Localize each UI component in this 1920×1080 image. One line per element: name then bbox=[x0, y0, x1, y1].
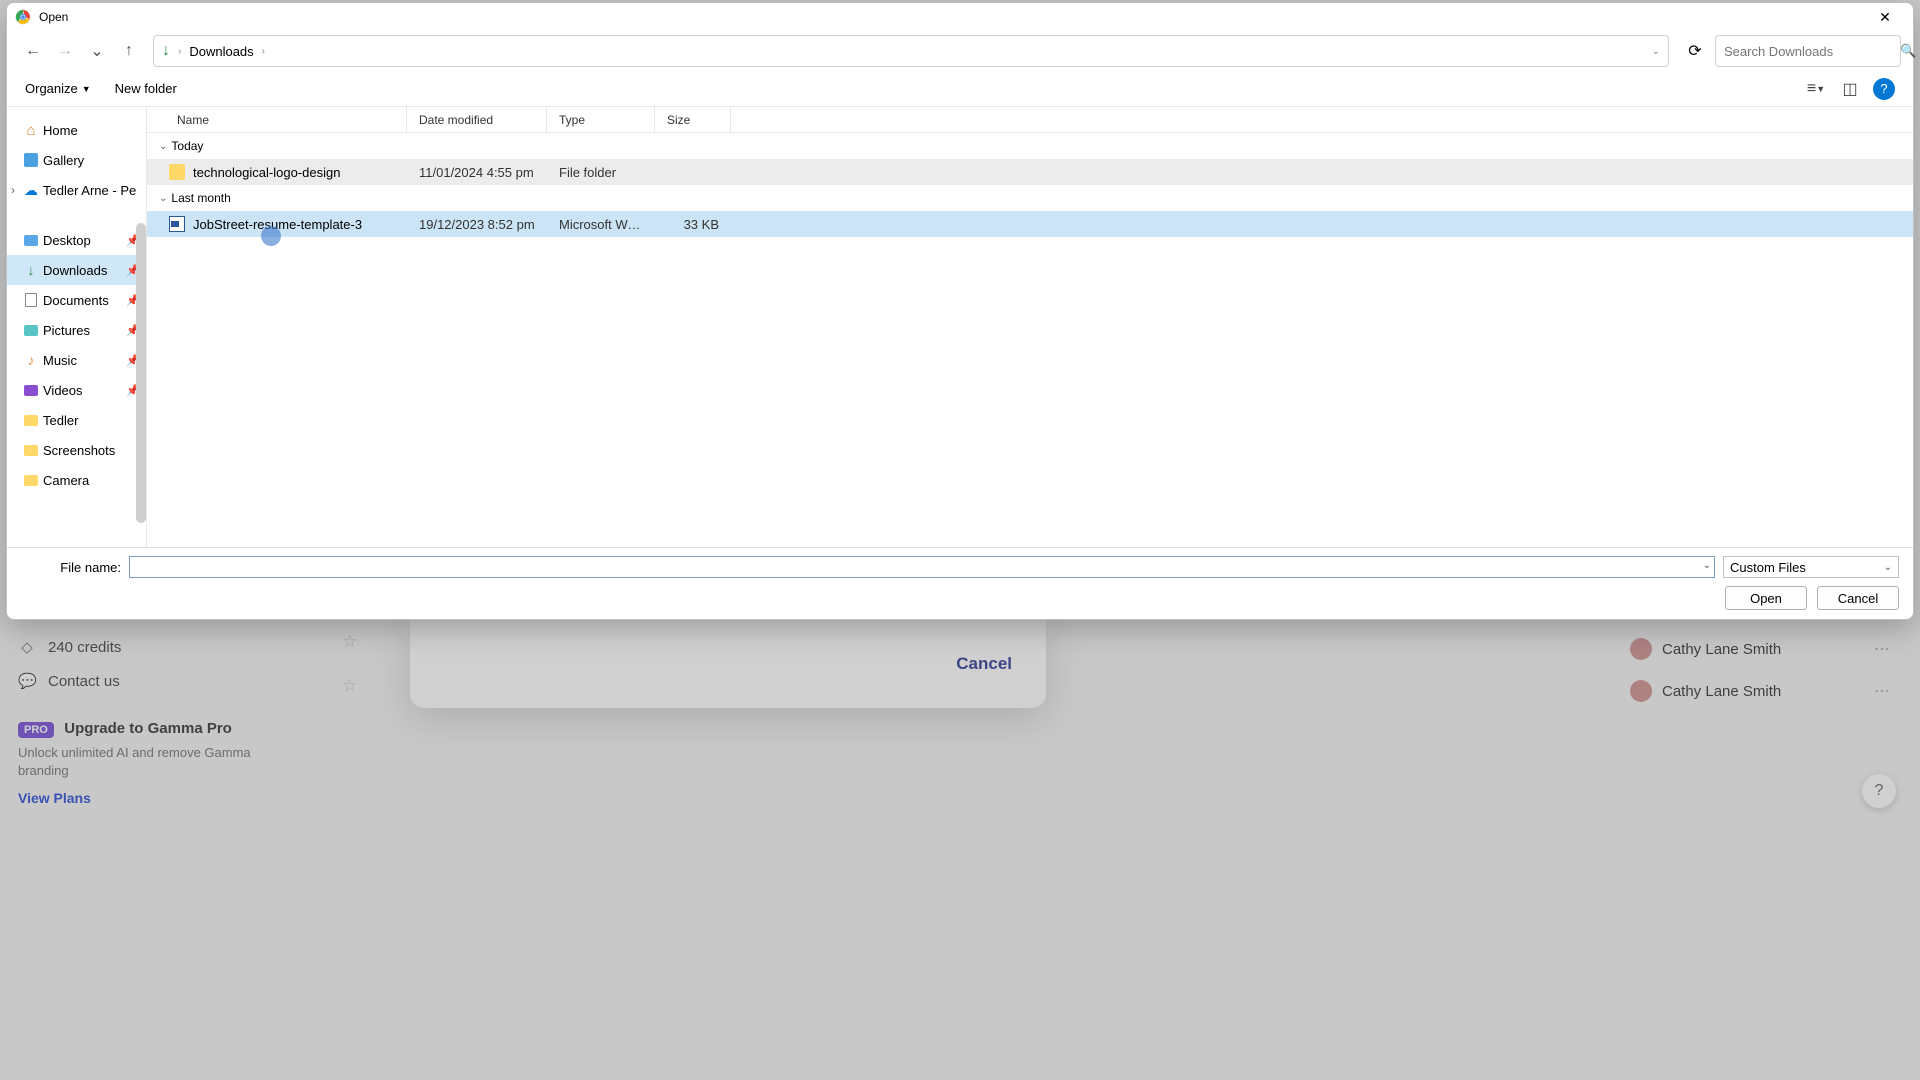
help-button[interactable]: ? bbox=[1873, 78, 1895, 100]
up-button[interactable]: ↑ bbox=[115, 37, 143, 65]
word-icon bbox=[169, 216, 185, 232]
back-button[interactable]: ← bbox=[19, 37, 47, 65]
group-label: Today bbox=[171, 139, 203, 153]
chevron-down-icon[interactable]: ⌄ bbox=[1652, 46, 1660, 57]
column-size[interactable]: Size bbox=[655, 107, 731, 132]
folder-icon bbox=[23, 472, 39, 488]
organize-button[interactable]: Organize ▼ bbox=[25, 81, 91, 96]
folder-icon bbox=[23, 412, 39, 428]
sidebar-item-label: Desktop bbox=[43, 233, 91, 248]
sidebar-item-pictures[interactable]: Pictures 📌 bbox=[7, 315, 146, 345]
search-box[interactable]: 🔍 bbox=[1715, 35, 1901, 67]
sidebar-item-gallery[interactable]: Gallery bbox=[7, 145, 146, 175]
toolbar: Organize ▼ New folder ≡ ▼ ◫ ? bbox=[7, 71, 1913, 107]
music-icon bbox=[23, 352, 39, 368]
titlebar: Open ✕ bbox=[7, 3, 1913, 31]
sidebar-item-label: Camera bbox=[43, 473, 89, 488]
sidebar-item-desktop[interactable]: Desktop 📌 bbox=[7, 225, 146, 255]
chevron-down-icon: ⌄ bbox=[159, 141, 167, 152]
dialog-title: Open bbox=[39, 10, 1865, 24]
sidebar-item-screenshots[interactable]: Screenshots bbox=[7, 435, 146, 465]
cloud-icon bbox=[23, 182, 39, 198]
file-type-filter[interactable]: Custom Files ⌄ bbox=[1723, 556, 1899, 578]
chevron-right-icon: › bbox=[262, 46, 265, 57]
recent-dropdown[interactable]: ⌄ bbox=[83, 37, 111, 65]
search-icon: 🔍 bbox=[1900, 43, 1916, 59]
pictures-icon bbox=[23, 322, 39, 338]
download-icon bbox=[23, 262, 39, 278]
sidebar-item-label: Videos bbox=[43, 383, 83, 398]
sidebar-scrollbar[interactable] bbox=[136, 223, 146, 523]
file-date: 11/01/2024 4:55 pm bbox=[407, 165, 547, 180]
chevron-down-icon: ⌄ bbox=[159, 193, 167, 204]
download-icon: ↓ bbox=[162, 42, 170, 60]
sidebar-item-label: Downloads bbox=[43, 263, 107, 278]
group-label: Last month bbox=[171, 191, 230, 205]
preview-pane-button[interactable]: ◫ bbox=[1835, 75, 1865, 103]
file-size: 33 KB bbox=[655, 217, 731, 232]
file-date: 19/12/2023 8:52 pm bbox=[407, 217, 547, 232]
column-type[interactable]: Type bbox=[547, 107, 655, 132]
sidebar-item-label: Screenshots bbox=[43, 443, 115, 458]
desktop-icon bbox=[23, 232, 39, 248]
sidebar-item-camera[interactable]: Camera bbox=[7, 465, 146, 495]
sidebar-item-tedler[interactable]: Tedler bbox=[7, 405, 146, 435]
new-folder-button[interactable]: New folder bbox=[115, 81, 177, 96]
column-name[interactable]: Name bbox=[147, 107, 407, 132]
home-icon bbox=[23, 122, 39, 138]
sidebar-item-label: Music bbox=[43, 353, 77, 368]
sidebar-item-label: Pictures bbox=[43, 323, 90, 338]
column-headers: Name Date modified Type Size bbox=[147, 107, 1913, 133]
sidebar: Home Gallery Tedler Arne - Pe Desktop 📌 … bbox=[7, 107, 147, 547]
file-list: Name Date modified Type Size ⌄ Today tec… bbox=[147, 107, 1913, 547]
sidebar-item-music[interactable]: Music 📌 bbox=[7, 345, 146, 375]
refresh-button[interactable]: ⟳ bbox=[1679, 35, 1711, 67]
open-button[interactable]: Open bbox=[1725, 586, 1807, 610]
file-name-label: File name: bbox=[21, 560, 121, 575]
file-type: Microsoft Word D... bbox=[547, 217, 655, 232]
main-area: Home Gallery Tedler Arne - Pe Desktop 📌 … bbox=[7, 107, 1913, 547]
chrome-icon bbox=[15, 9, 31, 25]
file-name: JobStreet-resume-template-3 bbox=[193, 217, 362, 232]
gallery-icon bbox=[23, 152, 39, 168]
view-mode-button[interactable]: ≡ ▼ bbox=[1801, 75, 1831, 103]
file-name: technological-logo-design bbox=[193, 165, 340, 180]
file-row-folder[interactable]: technological-logo-design 11/01/2024 4:5… bbox=[147, 159, 1913, 185]
filter-label: Custom Files bbox=[1730, 560, 1806, 575]
sidebar-item-home[interactable]: Home bbox=[7, 115, 146, 145]
organize-label: Organize bbox=[25, 81, 78, 96]
sidebar-item-label: Tedler bbox=[43, 413, 78, 428]
chevron-right-icon: › bbox=[178, 46, 181, 57]
folder-icon bbox=[23, 442, 39, 458]
folder-icon bbox=[169, 164, 185, 180]
sidebar-item-label: Documents bbox=[43, 293, 109, 308]
close-button[interactable]: ✕ bbox=[1865, 3, 1905, 31]
address-bar[interactable]: ↓ › Downloads › ⌄ bbox=[153, 35, 1669, 67]
videos-icon bbox=[23, 382, 39, 398]
breadcrumb[interactable]: Downloads bbox=[189, 44, 253, 59]
cancel-button[interactable]: Cancel bbox=[1817, 586, 1899, 610]
nav-row: ← → ⌄ ↑ ↓ › Downloads › ⌄ ⟳ 🔍 bbox=[7, 31, 1913, 71]
group-last-month[interactable]: ⌄ Last month bbox=[147, 185, 1913, 211]
search-input[interactable] bbox=[1724, 44, 1900, 59]
group-today[interactable]: ⌄ Today bbox=[147, 133, 1913, 159]
chevron-down-icon: ▼ bbox=[82, 84, 91, 94]
chevron-down-icon: ⌄ bbox=[1884, 562, 1892, 573]
sidebar-item-label: Gallery bbox=[43, 153, 84, 168]
sidebar-item-videos[interactable]: Videos 📌 bbox=[7, 375, 146, 405]
chevron-down-icon[interactable]: ⌄ bbox=[1703, 560, 1711, 571]
file-row-document[interactable]: JobStreet-resume-template-3 19/12/2023 8… bbox=[147, 211, 1913, 237]
file-open-dialog: Open ✕ ← → ⌄ ↑ ↓ › Downloads › ⌄ ⟳ 🔍 Org… bbox=[6, 2, 1914, 620]
sidebar-item-label: Home bbox=[43, 123, 78, 138]
sidebar-item-downloads[interactable]: Downloads 📌 bbox=[7, 255, 146, 285]
documents-icon bbox=[23, 292, 39, 308]
forward-button[interactable]: → bbox=[51, 37, 79, 65]
column-date[interactable]: Date modified bbox=[407, 107, 547, 132]
bottom-bar: File name: ⌄ Custom Files ⌄ Open Cancel bbox=[7, 547, 1913, 619]
sidebar-item-documents[interactable]: Documents 📌 bbox=[7, 285, 146, 315]
sidebar-item-onedrive[interactable]: Tedler Arne - Pe bbox=[7, 175, 146, 205]
file-name-input[interactable] bbox=[129, 556, 1715, 578]
file-type: File folder bbox=[547, 165, 655, 180]
sidebar-item-label: Tedler Arne - Pe bbox=[43, 183, 136, 198]
